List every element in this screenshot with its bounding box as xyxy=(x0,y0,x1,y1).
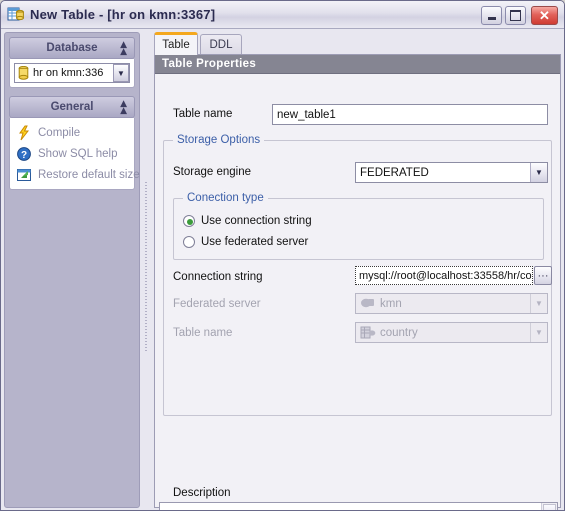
sidebar: Database ▲ ▲ hr on kmn:336 ▼ General ▲ ▲… xyxy=(4,32,140,508)
sidebar-panel-general-header[interactable]: General ▲ ▲ xyxy=(9,96,135,118)
database-select[interactable]: hr on kmn:336 ▼ xyxy=(14,63,130,83)
scroll-up-icon[interactable]: ▲ xyxy=(543,504,556,510)
database-cylinder-icon xyxy=(18,65,29,80)
sidebar-splitter[interactable] xyxy=(142,32,150,508)
storage-engine-value: FEDERATED xyxy=(360,166,429,179)
chevron-down-icon[interactable]: ▼ xyxy=(113,64,129,82)
connection-string-label-row: Connection string xyxy=(173,271,263,283)
storage-options-title: Storage Options xyxy=(173,134,265,146)
title-bar: New Table - [hr on kmn:3367] ✕ xyxy=(1,1,564,29)
table-name-label: Table name xyxy=(173,108,233,120)
connection-string-label: Connection string xyxy=(173,271,263,283)
connection-type-group: Conection type xyxy=(173,192,544,260)
tab-table-label: Table xyxy=(162,39,190,51)
sidebar-panel-general: General ▲ ▲ Compile ? Show SQL help Rest… xyxy=(9,96,140,190)
server-icon xyxy=(360,297,376,310)
new-table-window: New Table - [hr on kmn:3367] ✕ Database … xyxy=(0,0,565,511)
target-table-value: country xyxy=(380,326,418,339)
tab-strip: Table DDL xyxy=(150,32,562,55)
connection-string-value: mysql://root@localhost:33558/hr/cou xyxy=(359,269,533,282)
radio-use-federated-server[interactable]: Use federated server xyxy=(183,236,308,248)
database-select-value: hr on kmn:336 xyxy=(33,67,104,79)
federated-server-value: kmn xyxy=(380,297,402,310)
table-grid-icon xyxy=(360,326,376,339)
sidebar-action-compile[interactable]: Compile xyxy=(14,122,130,143)
table-icon xyxy=(7,6,25,24)
description-label-row: Description xyxy=(173,487,231,499)
table-properties-header: Table Properties xyxy=(155,55,560,74)
close-icon: ✕ xyxy=(539,8,550,23)
tab-ddl[interactable]: DDL xyxy=(200,34,242,55)
target-table-label-row: Table name xyxy=(173,327,232,339)
target-table-label: Table name xyxy=(173,327,233,339)
table-name-label-row: Table name xyxy=(173,108,232,120)
storage-engine-label-row: Storage engine xyxy=(173,166,251,178)
tab-ddl-label: DDL xyxy=(209,39,233,51)
sidebar-action-show-sql-help-label: Show SQL help xyxy=(38,147,118,160)
description-field[interactable]: ▲ ▼ xyxy=(159,502,558,510)
table-name-input[interactable]: new_table1 xyxy=(272,104,548,125)
radio-selected-icon xyxy=(183,215,195,227)
sidebar-panel-database-header[interactable]: Database ▲ ▲ xyxy=(9,37,135,59)
radio-unselected-icon xyxy=(183,236,195,248)
radio-use-connection-string-label: Use connection string xyxy=(201,215,312,227)
maximize-icon xyxy=(506,7,525,24)
chevron-down-icon[interactable]: ▼ xyxy=(530,323,547,342)
target-table-select[interactable]: country ▼ xyxy=(355,322,548,343)
federated-server-select[interactable]: kmn ▼ xyxy=(355,293,548,314)
sidebar-panel-database: Database ▲ ▲ hr on kmn:336 ▼ xyxy=(9,37,135,88)
sidebar-panel-general-title: General xyxy=(50,101,94,113)
svg-text:?: ? xyxy=(21,150,27,161)
restore-window-icon xyxy=(16,167,32,183)
minimize-button[interactable] xyxy=(481,6,502,25)
tab-table[interactable]: Table xyxy=(154,32,198,55)
radio-use-connection-string[interactable]: Use connection string xyxy=(183,215,312,227)
table-name-input-value: new_table1 xyxy=(277,108,336,121)
ellipsis-icon: ··· xyxy=(537,269,549,282)
radio-use-federated-server-label: Use federated server xyxy=(201,236,309,248)
sidebar-action-restore-default-size-label: Restore default size xyxy=(38,168,140,181)
sidebar-action-show-sql-help[interactable]: ? Show SQL help xyxy=(14,143,130,164)
sidebar-action-restore-default-size[interactable]: Restore default size xyxy=(14,164,140,185)
close-button[interactable]: ✕ xyxy=(531,6,558,25)
content-area: Table DDL Table Properties Table name ne… xyxy=(150,32,562,510)
sidebar-panel-general-body: Compile ? Show SQL help Restore default … xyxy=(9,118,140,190)
question-circle-icon: ? xyxy=(16,146,32,162)
lightning-bolt-icon xyxy=(16,125,32,141)
storage-engine-select[interactable]: FEDERATED ▼ xyxy=(355,162,548,183)
storage-engine-label: Storage engine xyxy=(173,166,252,178)
federated-server-label-row: Federated server xyxy=(173,298,261,310)
description-label: Description xyxy=(173,487,231,499)
minimize-icon xyxy=(482,7,501,24)
table-properties-panel: Table Properties Table name new_table1 S… xyxy=(154,54,561,510)
sidebar-panel-database-body: hr on kmn:336 ▼ xyxy=(9,59,135,88)
federated-server-label: Federated server xyxy=(173,298,261,310)
connection-type-title: Conection type xyxy=(183,192,268,204)
chevron-down-icon[interactable]: ▼ xyxy=(530,163,547,182)
description-scrollbar[interactable]: ▲ ▼ xyxy=(541,503,557,510)
maximize-button[interactable] xyxy=(505,6,526,25)
browse-button[interactable]: ··· xyxy=(534,266,552,285)
chevron-down-icon[interactable]: ▼ xyxy=(530,294,547,313)
table-properties-title: Table Properties xyxy=(162,58,257,70)
connection-string-field: mysql://root@localhost:33558/hr/cou ··· xyxy=(355,266,552,285)
sidebar-action-compile-label: Compile xyxy=(38,126,81,139)
chevron-collapse-icon[interactable]: ▲ ▲ xyxy=(120,41,127,57)
sidebar-panel-database-title: Database xyxy=(46,42,98,54)
chevron-collapse-icon[interactable]: ▲ ▲ xyxy=(120,100,127,116)
window-title: New Table - [hr on kmn:3367] xyxy=(30,7,216,22)
description-input[interactable] xyxy=(160,503,541,510)
connection-string-input[interactable]: mysql://root@localhost:33558/hr/cou xyxy=(355,266,533,285)
